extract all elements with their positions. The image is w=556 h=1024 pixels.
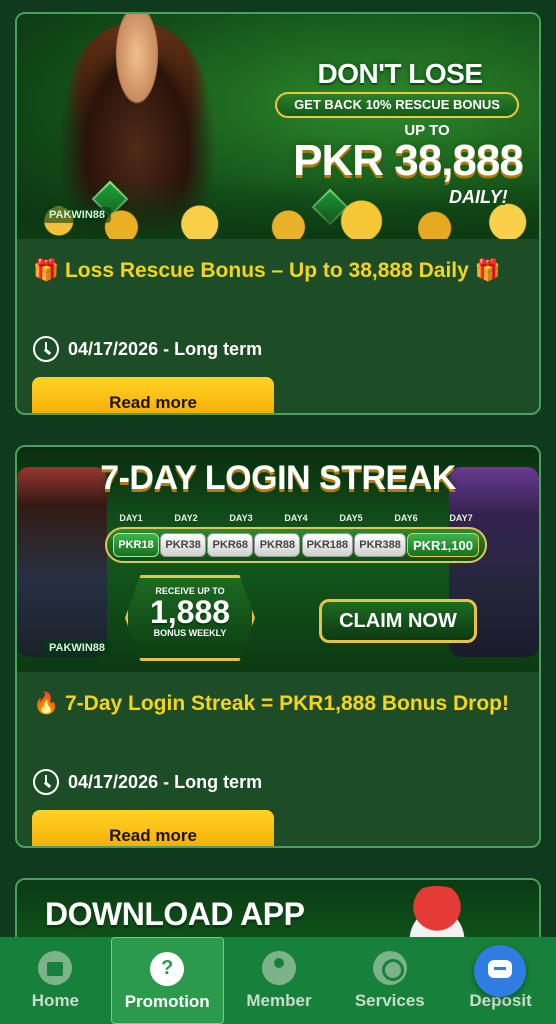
tab-label: Home [31,991,80,1010]
day-label: DAY4 [284,513,308,523]
streak-days: DAY1 DAY2 DAY3 DAY4 DAY5 DAY6 DAY7 [107,513,485,523]
reward-chip: PKR188 [301,533,354,557]
reward-chip: PKR388 [354,533,406,557]
day-label: DAY2 [174,513,198,523]
read-more-button[interactable]: Read more [32,810,274,846]
reward-chip: PKR68 [207,533,254,557]
brand-logo: PAKWIN88 [43,207,112,223]
promotion-card[interactable]: DON'T LOSE HOPE! GET BACK 10% RESCUE BON… [15,12,541,415]
services-icon [372,951,407,985]
promotion-date: 04/17/2026 - Long term [68,338,263,359]
promotion-icon [150,952,185,986]
promotion-title: 🎁 Loss Rescue Bonus – Up to 38,888 Daily… [33,259,501,282]
tab-label: Member [246,991,312,1010]
promotion-banner[interactable]: DON'T LOSE HOPE! GET BACK 10% RESCUE BON… [17,14,539,239]
promotion-title: 🔥 7-Day Login Streak = PKR1,888 Bonus Dr… [33,692,510,715]
promotion-banner[interactable]: DOWNLOAD APP [17,880,539,940]
reward-chip: PKR88 [254,533,301,557]
reward-chip: PKR1,100 [407,533,479,557]
brand-logo: PAKWIN88 [43,640,112,656]
clock-icon [33,769,59,795]
banner-headline: 7-DAY LOGIN STREAK [100,459,456,497]
tab-member[interactable]: Member [224,937,335,1024]
tab-label: Promotion [124,992,210,1011]
day-label: DAY5 [339,513,363,523]
tab-home[interactable]: Home [0,937,111,1024]
bonus-badge: RECEIVE UP TO 1,888 BONUS WEEKLY [125,575,255,661]
reward-chip: PKR38 [160,533,207,557]
streak-rewards-track: PKR18 PKR38 PKR68 PKR88 PKR188 PKR388 PK… [105,527,487,563]
badge-amount: 1,888 [149,594,231,630]
member-icon [261,951,296,985]
day-label: DAY1 [119,513,143,523]
tab-label: Services [354,991,425,1010]
home-icon [38,951,73,985]
promotion-card[interactable]: 7-DAY LOGIN STREAK DAY1 DAY2 DAY3 DAY4 D… [15,445,541,848]
clock-icon [33,336,59,362]
banner-pill: GET BACK 10% RESCUE BONUS [275,92,519,118]
read-more-button[interactable]: Read more [32,377,274,413]
day-label: DAY3 [229,513,253,523]
deposit-chat-button[interactable] [474,945,526,997]
promotion-card[interactable]: DOWNLOAD APP [15,878,541,940]
badge-bottom-text: BONUS WEEKLY [153,628,227,638]
banner-amount: PKR 38,888 [293,136,524,185]
tab-services[interactable]: Services [334,937,445,1024]
bottom-navigation: Home Promotion Member Services Deposit [0,937,556,1024]
promotion-date: 04/17/2026 - Long term [68,771,263,792]
promotion-banner[interactable]: 7-DAY LOGIN STREAK DAY1 DAY2 DAY3 DAY4 D… [17,447,539,672]
chat-bubble-icon [488,960,512,978]
banner-headline: DOWNLOAD APP [45,896,305,932]
day-label: DAY6 [394,513,418,523]
mascot-image [389,886,485,940]
banner-daily: DAILY! [449,187,508,207]
promotion-date-row: 04/17/2026 - Long term [33,767,262,797]
reward-chip: PKR18 [113,533,159,557]
promotion-feed[interactable]: DON'T LOSE HOPE! GET BACK 10% RESCUE BON… [0,0,556,940]
promotion-date-row: 04/17/2026 - Long term [33,334,262,364]
day-label: DAY7 [449,513,473,523]
claim-now-button[interactable]: CLAIM NOW [319,599,477,643]
tab-promotion[interactable]: Promotion [110,937,224,1024]
